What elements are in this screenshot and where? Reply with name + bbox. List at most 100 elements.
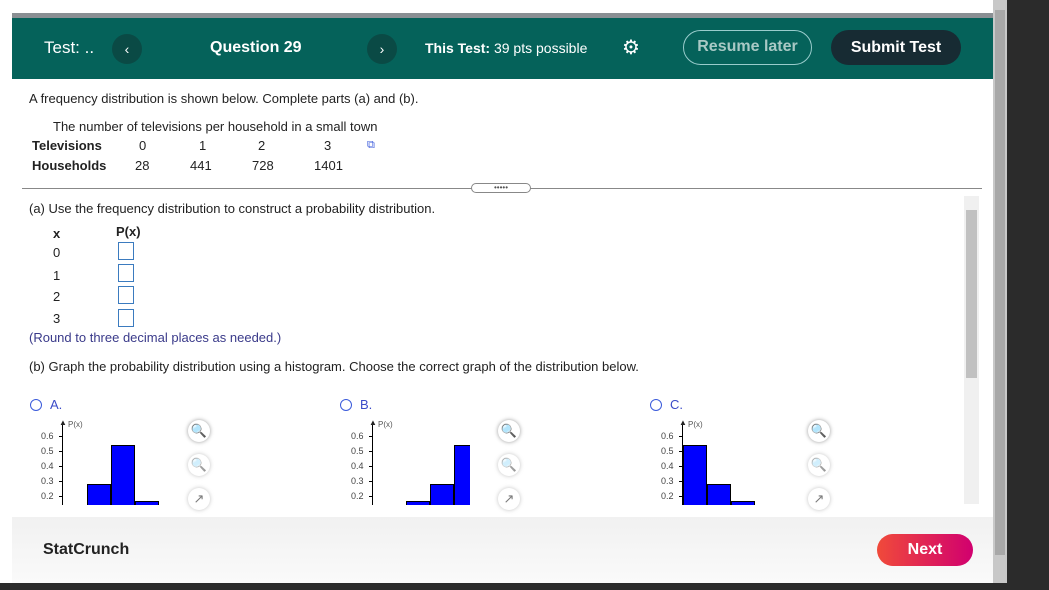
page-scrollbar-thumb[interactable] (995, 10, 1005, 555)
cell: 28 (135, 158, 150, 173)
frequency-table: Televisions 0 1 2 3 ⧉ Households 28 441 … (32, 137, 392, 177)
y-tick-label: 0.3 (351, 476, 364, 486)
settings-gear-icon[interactable]: ⚙ (622, 35, 640, 60)
px-input-1[interactable] (118, 264, 134, 282)
problem-intro: A frequency distribution is shown below.… (29, 91, 419, 106)
resize-handle[interactable]: ••••• (471, 183, 531, 193)
test-title: Test: .. (44, 38, 95, 57)
histogram-bar (707, 484, 731, 505)
zoom-in-icon[interactable]: 🔍 (808, 420, 830, 442)
x-value: 0 (53, 245, 61, 260)
histogram-chart: ▲ P(x) 0.6 0.5 0.4 0.3 0.2 (340, 420, 470, 505)
y-tick-label: 0.6 (41, 431, 54, 441)
y-tick-label: 0.2 (661, 491, 674, 501)
content-scrollbar[interactable] (964, 196, 979, 504)
y-tick (59, 451, 63, 452)
zoom-in-icon[interactable]: 🔍 (188, 420, 210, 442)
px-input-2[interactable] (118, 286, 134, 304)
x-value: 1 (53, 268, 61, 283)
histogram-bar (135, 500, 159, 505)
cell: 1401 (314, 158, 343, 173)
test-points: This Test: 39 pts possible (425, 40, 587, 56)
histogram-bar (406, 500, 430, 505)
y-tick-label: 0.3 (661, 476, 674, 486)
y-axis-label: P(x) (378, 420, 393, 429)
y-tick-label: 0.6 (661, 431, 674, 441)
cell: 1 (199, 138, 207, 153)
x-value: 2 (53, 289, 61, 304)
submit-test-button[interactable]: Submit Test (831, 30, 961, 65)
y-tick-label: 0.4 (661, 461, 674, 471)
column-header-x: x (53, 226, 61, 241)
y-tick (59, 466, 63, 467)
y-axis-arrow-icon: ▲ (59, 420, 67, 427)
zoom-out-icon[interactable]: 🔍 (498, 454, 520, 476)
y-tick-label: 0.5 (41, 446, 54, 456)
y-axis-label: P(x) (688, 420, 703, 429)
histogram-bar (454, 445, 470, 505)
statcrunch-link[interactable]: StatCrunch (43, 541, 129, 559)
y-tick-label: 0.3 (41, 476, 54, 486)
histogram-bar (430, 484, 454, 505)
y-tick-label: 0.6 (351, 431, 364, 441)
option-radio[interactable] (30, 399, 42, 411)
part-b-text: (b) Graph the probability distribution u… (29, 359, 639, 374)
background (0, 583, 1007, 590)
histogram-chart: ▲ P(x) 0.6 0.5 0.4 0.3 0.2 (650, 420, 780, 505)
px-input-3[interactable] (118, 309, 134, 327)
y-axis-label: P(x) (68, 420, 83, 429)
footer: StatCrunch Next (12, 517, 993, 583)
y-tick-label: 0.5 (661, 446, 674, 456)
cell: 3 (324, 138, 332, 153)
option-label[interactable]: C. (670, 397, 683, 412)
cell: 441 (190, 158, 212, 173)
table-title: The number of televisions per household … (53, 119, 378, 134)
cell: 728 (252, 158, 274, 173)
histogram-bar (111, 445, 135, 505)
column-header-px: P(x) (116, 224, 141, 239)
y-tick-label: 0.4 (351, 461, 364, 471)
option-label[interactable]: B. (360, 397, 372, 412)
cell: 0 (139, 138, 147, 153)
y-tick (369, 451, 373, 452)
px-input-0[interactable] (118, 242, 134, 260)
histogram-bar (87, 484, 111, 505)
histogram-bar (731, 500, 755, 505)
open-in-new-window-icon[interactable]: ↗ (498, 488, 520, 510)
question-title: Question 29 (210, 39, 302, 56)
option-radio[interactable] (650, 399, 662, 411)
y-tick-label: 0.2 (351, 491, 364, 501)
previous-question-button[interactable]: ‹ (112, 34, 142, 64)
part-a-text: (a) Use the frequency distribution to co… (29, 201, 436, 216)
content-scrollbar-thumb[interactable] (966, 210, 977, 378)
histogram-bar (683, 445, 707, 505)
test-header: Test: .. ‹ Question 29 › This Test: 39 p… (12, 18, 993, 79)
option-label[interactable]: A. (50, 397, 62, 412)
open-in-new-window-icon[interactable]: ↗ (188, 488, 210, 510)
resume-later-button[interactable]: Resume later (683, 30, 812, 65)
y-tick (59, 436, 63, 437)
y-axis-arrow-icon: ▲ (679, 420, 687, 427)
row-label: Households (32, 158, 107, 173)
zoom-in-icon[interactable]: 🔍 (498, 420, 520, 442)
y-tick (369, 481, 373, 482)
open-in-new-window-icon[interactable]: ↗ (808, 488, 830, 510)
x-value: 3 (53, 311, 61, 326)
zoom-out-icon[interactable]: 🔍 (188, 454, 210, 476)
option-radio[interactable] (340, 399, 352, 411)
next-question-button[interactable]: › (367, 34, 397, 64)
points-value: 39 pts possible (490, 40, 588, 56)
y-tick (59, 481, 63, 482)
cell: 2 (258, 138, 266, 153)
zoom-out-icon[interactable]: 🔍 (808, 454, 830, 476)
copy-table-icon[interactable]: ⧉ (367, 139, 375, 152)
y-tick-label: 0.2 (41, 491, 54, 501)
y-tick-label: 0.5 (351, 446, 364, 456)
y-tick (369, 466, 373, 467)
rounding-note: (Round to three decimal places as needed… (29, 330, 282, 345)
y-tick (369, 436, 373, 437)
histogram-chart: ▲ P(x) 0.6 0.5 0.4 0.3 0.2 (30, 420, 160, 505)
points-label: This Test: (425, 40, 491, 56)
next-button[interactable]: Next (877, 534, 973, 566)
row-label: Televisions (32, 138, 102, 153)
